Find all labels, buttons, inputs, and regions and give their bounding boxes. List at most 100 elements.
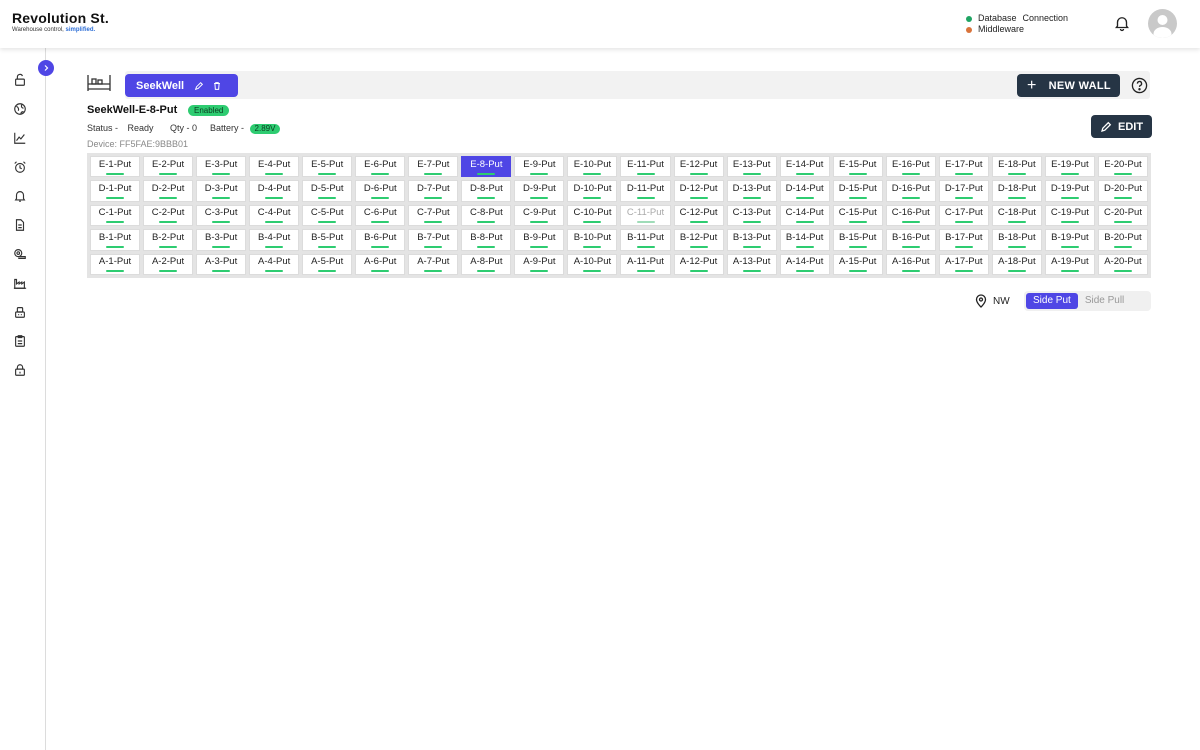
edit-button[interactable]: EDIT — [1091, 115, 1152, 138]
lock-open-icon[interactable] — [13, 73, 27, 87]
put-cell[interactable]: C-15-Put — [832, 204, 883, 227]
put-cell[interactable]: A-15-Put — [832, 253, 883, 275]
new-wall-button[interactable]: + NEW WALL — [1017, 74, 1120, 97]
put-cell[interactable]: B-6-Put — [355, 229, 406, 251]
put-cell[interactable]: B-17-Put — [938, 229, 989, 251]
put-cell[interactable]: B-9-Put — [514, 229, 565, 251]
put-cell[interactable]: A-20-Put — [1097, 253, 1148, 275]
put-cell[interactable]: D-20-Put — [1097, 180, 1148, 202]
put-cell[interactable]: B-2-Put — [143, 229, 194, 251]
put-cell[interactable]: B-8-Put — [461, 229, 512, 251]
put-cell[interactable]: B-20-Put — [1097, 229, 1148, 251]
put-cell[interactable]: A-11-Put — [620, 253, 671, 275]
robot-icon[interactable] — [13, 305, 27, 319]
put-cell[interactable]: C-6-Put — [355, 204, 406, 227]
put-cell[interactable]: E-14-Put — [779, 156, 830, 178]
put-cell[interactable]: B-13-Put — [726, 229, 777, 251]
tape-icon[interactable] — [13, 247, 27, 261]
put-cell[interactable]: B-18-Put — [991, 229, 1042, 251]
put-cell[interactable]: A-4-Put — [249, 253, 300, 275]
user-avatar[interactable] — [1148, 9, 1177, 38]
put-cell[interactable]: B-7-Put — [408, 229, 459, 251]
put-cell[interactable]: C-1-Put — [90, 204, 141, 227]
put-cell[interactable]: C-12-Put — [673, 204, 724, 227]
sidebar-expand-button[interactable] — [38, 60, 54, 76]
trash-icon[interactable] — [212, 81, 222, 91]
put-cell[interactable]: D-19-Put — [1044, 180, 1095, 202]
put-cell[interactable]: B-4-Put — [249, 229, 300, 251]
put-cell[interactable]: A-18-Put — [991, 253, 1042, 275]
put-cell[interactable]: E-20-Put — [1097, 156, 1148, 178]
put-cell[interactable]: E-7-Put — [408, 156, 459, 178]
put-cell[interactable]: C-20-Put — [1097, 204, 1148, 227]
put-cell[interactable]: B-15-Put — [832, 229, 883, 251]
side-pull-option[interactable]: Side Pull — [1078, 293, 1131, 309]
clipboard-icon[interactable] — [13, 334, 27, 348]
put-cell[interactable]: A-2-Put — [143, 253, 194, 275]
put-cell[interactable]: A-16-Put — [885, 253, 936, 275]
put-cell[interactable]: A-12-Put — [673, 253, 724, 275]
put-cell[interactable]: C-2-Put — [143, 204, 194, 227]
put-cell[interactable]: D-4-Put — [249, 180, 300, 202]
put-cell[interactable]: D-5-Put — [302, 180, 353, 202]
put-cell[interactable]: C-10-Put — [567, 204, 618, 227]
put-cell[interactable]: E-11-Put — [620, 156, 671, 178]
put-cell[interactable]: C-17-Put — [938, 204, 989, 227]
put-cell[interactable]: C-5-Put — [302, 204, 353, 227]
side-put-option[interactable]: Side Put — [1026, 293, 1078, 309]
put-cell[interactable]: E-13-Put — [726, 156, 777, 178]
put-cell[interactable]: D-10-Put — [567, 180, 618, 202]
put-cell[interactable]: B-16-Put — [885, 229, 936, 251]
put-cell[interactable]: A-14-Put — [779, 253, 830, 275]
put-cell[interactable]: E-18-Put — [991, 156, 1042, 178]
put-cell[interactable]: E-2-Put — [143, 156, 194, 178]
put-cell[interactable]: B-10-Put — [567, 229, 618, 251]
put-cell[interactable]: B-12-Put — [673, 229, 724, 251]
put-cell[interactable]: C-16-Put — [885, 204, 936, 227]
put-cell[interactable]: D-17-Put — [938, 180, 989, 202]
globe-icon[interactable] — [13, 102, 27, 116]
pencil-icon[interactable] — [194, 81, 204, 91]
put-cell[interactable]: A-10-Put — [567, 253, 618, 275]
bell-icon[interactable] — [1113, 14, 1131, 32]
put-cell[interactable]: E-8-Put — [461, 156, 512, 178]
put-cell[interactable]: B-11-Put — [620, 229, 671, 251]
bell-icon[interactable] — [13, 189, 27, 203]
put-cell[interactable]: C-14-Put — [779, 204, 830, 227]
put-cell[interactable]: D-13-Put — [726, 180, 777, 202]
put-cell[interactable]: E-6-Put — [355, 156, 406, 178]
put-cell[interactable]: D-6-Put — [355, 180, 406, 202]
put-cell[interactable]: B-1-Put — [90, 229, 141, 251]
put-cell[interactable]: A-8-Put — [461, 253, 512, 275]
put-cell[interactable]: C-18-Put — [991, 204, 1042, 227]
put-cell[interactable]: E-17-Put — [938, 156, 989, 178]
put-cell[interactable]: C-19-Put — [1044, 204, 1095, 227]
put-cell[interactable]: E-19-Put — [1044, 156, 1095, 178]
put-cell[interactable]: A-1-Put — [90, 253, 141, 275]
put-cell[interactable]: C-13-Put — [726, 204, 777, 227]
put-cell[interactable]: E-16-Put — [885, 156, 936, 178]
put-cell[interactable]: D-11-Put — [620, 180, 671, 202]
put-cell[interactable]: C-11-Put — [620, 204, 671, 227]
put-cell[interactable]: E-5-Put — [302, 156, 353, 178]
put-cell[interactable]: D-12-Put — [673, 180, 724, 202]
put-cell[interactable]: B-19-Put — [1044, 229, 1095, 251]
put-cell[interactable]: A-6-Put — [355, 253, 406, 275]
lock-icon[interactable] — [13, 363, 27, 377]
put-cell[interactable]: B-5-Put — [302, 229, 353, 251]
wall-selector-chip[interactable]: SeekWell — [125, 74, 238, 97]
put-cell[interactable]: A-9-Put — [514, 253, 565, 275]
put-cell[interactable]: C-3-Put — [196, 204, 247, 227]
put-cell[interactable]: A-13-Put — [726, 253, 777, 275]
put-cell[interactable]: E-9-Put — [514, 156, 565, 178]
put-cell[interactable]: E-15-Put — [832, 156, 883, 178]
put-cell[interactable]: B-3-Put — [196, 229, 247, 251]
put-cell[interactable]: A-7-Put — [408, 253, 459, 275]
put-cell[interactable]: B-14-Put — [779, 229, 830, 251]
put-cell[interactable]: A-3-Put — [196, 253, 247, 275]
put-cell[interactable]: C-7-Put — [408, 204, 459, 227]
help-icon[interactable] — [1131, 77, 1148, 94]
brand-logo[interactable]: Revolution St. Warehouse control, simpli… — [12, 11, 109, 34]
put-cell[interactable]: D-1-Put — [90, 180, 141, 202]
put-cell[interactable]: D-9-Put — [514, 180, 565, 202]
